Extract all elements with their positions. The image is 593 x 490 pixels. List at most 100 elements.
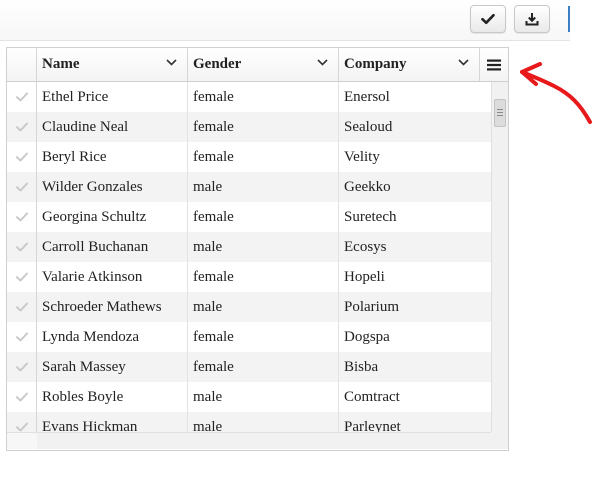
toolbar-edge <box>568 6 570 32</box>
vertical-scrollbar[interactable] <box>491 82 508 432</box>
cell-name[interactable]: Lynda Mendoza <box>37 322 188 352</box>
confirm-button[interactable] <box>470 5 506 33</box>
table-row[interactable]: Robles Boyle male Comtract <box>7 382 491 412</box>
column-header-gender[interactable]: Gender <box>188 48 339 81</box>
check-icon[interactable] <box>15 92 28 102</box>
cell-name[interactable]: Evans Hickman <box>37 412 188 432</box>
column-header-company[interactable]: Company <box>339 48 480 81</box>
cell-company[interactable]: Hopeli <box>339 262 491 292</box>
cell-company[interactable]: Suretech <box>339 202 491 232</box>
check-icon[interactable] <box>15 212 28 222</box>
cell-name[interactable]: Wilder Gonzales <box>37 172 188 202</box>
cell-gender[interactable]: female <box>188 352 339 382</box>
check-icon[interactable] <box>15 182 28 192</box>
cell-name[interactable]: Sarah Massey <box>37 352 188 382</box>
table-row[interactable]: Ethel Price female Enersol <box>7 82 491 112</box>
grid-header: Name Gender Company <box>7 48 508 82</box>
cell-company[interactable]: Polarium <box>339 292 491 322</box>
cell-company[interactable]: Ecosys <box>339 232 491 262</box>
cell-company[interactable]: Enersol <box>339 82 491 112</box>
hamburger-menu-icon <box>487 59 501 70</box>
cell-name[interactable]: Georgina Schultz <box>37 202 188 232</box>
chevron-down-icon[interactable] <box>166 59 177 66</box>
table-row[interactable]: Sarah Massey female Bisba <box>7 352 491 382</box>
check-icon[interactable] <box>15 332 28 342</box>
grid-body: Ethel Price female Enersol Claudine Neal fem… <box>7 82 491 432</box>
cell-gender[interactable]: female <box>188 142 339 172</box>
scrollbar-thumb[interactable] <box>494 99 506 127</box>
row-select-cell[interactable] <box>7 82 37 112</box>
check-icon[interactable] <box>15 392 28 402</box>
cell-name[interactable]: Claudine Neal <box>37 112 188 142</box>
row-select-cell[interactable] <box>7 322 37 352</box>
cell-name[interactable]: Ethel Price <box>37 82 188 112</box>
column-header-label: Gender <box>193 56 242 72</box>
check-icon[interactable] <box>15 272 28 282</box>
row-select-cell[interactable] <box>7 172 37 202</box>
cell-company[interactable]: Bisba <box>339 352 491 382</box>
cell-name[interactable]: Robles Boyle <box>37 382 188 412</box>
cell-gender[interactable]: female <box>188 112 339 142</box>
table-row[interactable]: Valarie Atkinson female Hopeli <box>7 262 491 292</box>
cell-gender[interactable]: female <box>188 202 339 232</box>
toolbar <box>0 0 570 41</box>
data-grid: Name Gender Company Ethel Price female Ene… <box>6 47 509 451</box>
cell-company[interactable]: Geekko <box>339 172 491 202</box>
cell-name[interactable]: Beryl Rice <box>37 142 188 172</box>
cell-gender[interactable]: male <box>188 232 339 262</box>
row-select-cell[interactable] <box>7 412 37 432</box>
cell-name[interactable]: Carroll Buchanan <box>37 232 188 262</box>
check-icon <box>481 13 495 25</box>
cell-name[interactable]: Schroeder Mathews <box>37 292 188 322</box>
horizontal-scrollbar[interactable] <box>37 432 491 449</box>
cell-company[interactable]: Comtract <box>339 382 491 412</box>
check-icon[interactable] <box>15 362 28 372</box>
table-row[interactable]: Carroll Buchanan male Ecosys <box>7 232 491 262</box>
row-select-cell[interactable] <box>7 202 37 232</box>
column-header-name[interactable]: Name <box>37 48 188 81</box>
row-select-cell[interactable] <box>7 382 37 412</box>
row-select-cell[interactable] <box>7 232 37 262</box>
download-icon <box>525 13 539 26</box>
table-row[interactable]: Evans Hickman male Parleynet <box>7 412 491 432</box>
cell-company[interactable]: Parleynet <box>339 412 491 432</box>
cell-gender[interactable]: female <box>188 322 339 352</box>
cell-gender[interactable]: female <box>188 262 339 292</box>
scrollbar-corner <box>491 432 508 449</box>
grid-menu-button[interactable] <box>480 48 508 81</box>
table-row[interactable]: Claudine Neal female Sealoud <box>7 112 491 142</box>
cell-gender[interactable]: male <box>188 382 339 412</box>
check-icon[interactable] <box>15 152 28 162</box>
row-select-cell[interactable] <box>7 142 37 172</box>
cell-company[interactable]: Velity <box>339 142 491 172</box>
cell-gender[interactable]: male <box>188 412 339 432</box>
table-row[interactable]: Lynda Mendoza female Dogspa <box>7 322 491 352</box>
select-all-header[interactable] <box>7 48 37 81</box>
row-select-cell[interactable] <box>7 112 37 142</box>
cell-gender[interactable]: male <box>188 172 339 202</box>
cell-gender[interactable]: male <box>188 292 339 322</box>
check-icon[interactable] <box>15 302 28 312</box>
select-column-footer <box>7 432 37 449</box>
row-select-cell[interactable] <box>7 292 37 322</box>
table-row[interactable]: Beryl Rice female Velity <box>7 142 491 172</box>
chevron-down-icon[interactable] <box>317 59 328 66</box>
red-arrow-annotation <box>520 62 592 124</box>
row-select-cell[interactable] <box>7 352 37 382</box>
cell-company[interactable]: Sealoud <box>339 112 491 142</box>
check-icon[interactable] <box>15 122 28 132</box>
column-header-label: Company <box>344 56 407 72</box>
check-icon[interactable] <box>15 422 28 432</box>
export-button[interactable] <box>514 5 550 33</box>
row-select-cell[interactable] <box>7 262 37 292</box>
check-icon[interactable] <box>15 242 28 252</box>
table-row[interactable]: Schroeder Mathews male Polarium <box>7 292 491 322</box>
cell-company[interactable]: Dogspa <box>339 322 491 352</box>
chevron-down-icon[interactable] <box>458 59 469 66</box>
table-row[interactable]: Wilder Gonzales male Geekko <box>7 172 491 202</box>
grip-icon <box>497 109 503 116</box>
cell-name[interactable]: Valarie Atkinson <box>37 262 188 292</box>
table-row[interactable]: Georgina Schultz female Suretech <box>7 202 491 232</box>
cell-gender[interactable]: female <box>188 82 339 112</box>
column-header-label: Name <box>42 56 80 72</box>
